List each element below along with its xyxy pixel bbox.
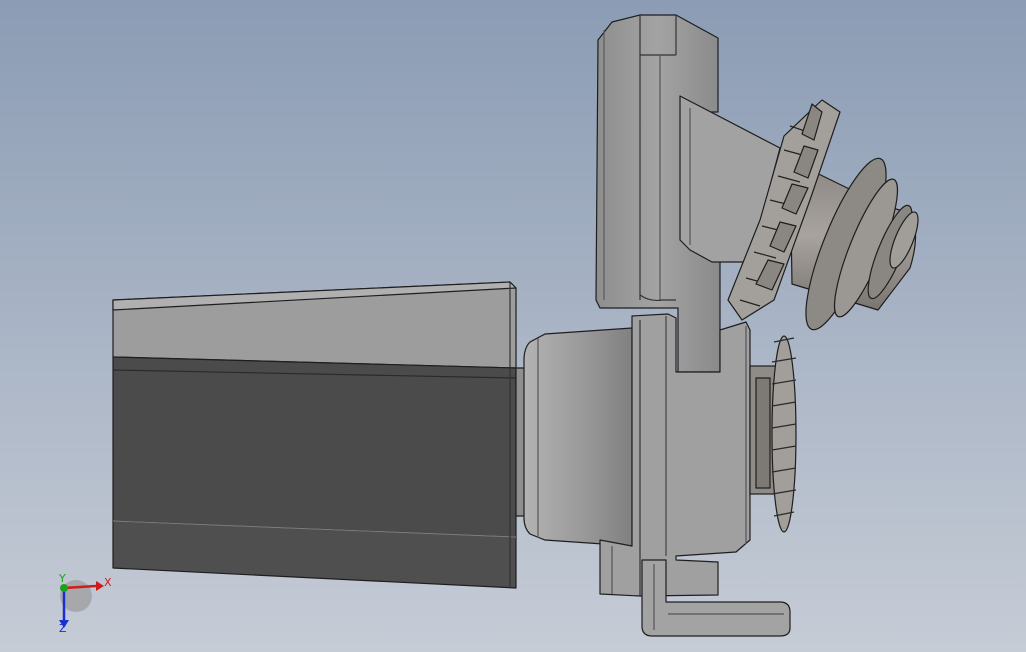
3d-model-viewport[interactable]: X Y Z [0,0,1026,652]
lower-gear [771,335,797,533]
triad-y-label: Y [58,572,66,585]
model-canvas[interactable]: X Y Z [0,0,1026,652]
triad-y-axis [60,584,68,592]
bearing-cone[interactable] [523,327,641,547]
cone-body [523,327,641,547]
triad-x-label: X [104,576,112,589]
motor-housing[interactable] [112,281,527,589]
lower-hub-ring [755,377,771,489]
motor-front-face [112,356,517,538]
triad-z-label: Z [59,622,67,635]
